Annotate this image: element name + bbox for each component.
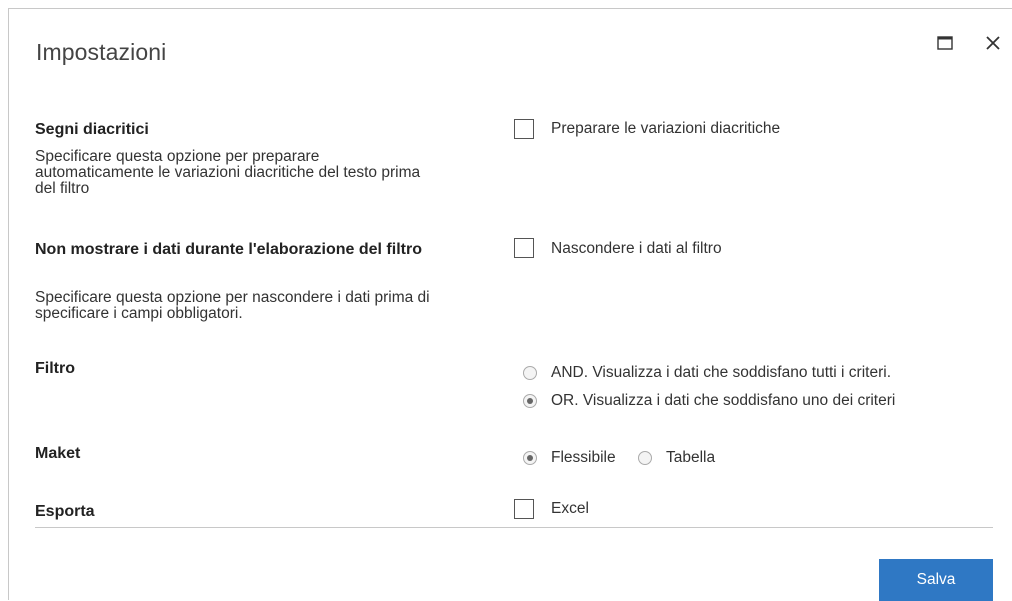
hide-data-title: Non mostrare i dati durante l'elaborazio… [35, 241, 422, 258]
layout-table-label[interactable]: Tabella [666, 449, 715, 467]
export-excel-label[interactable]: Excel [551, 500, 589, 518]
diacritics-description: Specificare questa opzione per preparare… [35, 148, 421, 197]
dialog-title: Impostazioni [36, 39, 167, 65]
settings-dialog: Impostazioni Segni diacritici Specificar… [8, 8, 1012, 601]
hide-data-checkbox[interactable] [514, 238, 534, 258]
hide-data-option-label[interactable]: Nascondere i dati al filtro [551, 240, 722, 258]
filter-and-radio[interactable] [523, 366, 537, 380]
export-title: Esporta [35, 503, 95, 520]
maximize-button[interactable] [933, 31, 957, 55]
close-icon [986, 36, 1000, 50]
close-button[interactable] [981, 31, 1005, 55]
diacritics-title: Segni diacritici [35, 121, 149, 138]
footer-divider [35, 527, 993, 528]
diacritics-checkbox[interactable] [514, 119, 534, 139]
layout-table-radio[interactable] [638, 451, 652, 465]
maximize-icon [937, 36, 953, 50]
diacritics-option-label[interactable]: Preparare le variazioni diacritiche [551, 120, 780, 138]
filter-and-label[interactable]: AND. Visualizza i dati che soddisfano tu… [551, 364, 891, 382]
filter-title: Filtro [35, 360, 75, 377]
hide-data-description: Specificare questa opzione per nasconder… [35, 289, 430, 322]
filter-or-label[interactable]: OR. Visualizza i dati che soddisfano uno… [551, 392, 895, 410]
filter-or-radio[interactable] [523, 394, 537, 408]
layout-flexible-radio[interactable] [523, 451, 537, 465]
export-excel-checkbox[interactable] [514, 499, 534, 519]
save-button[interactable]: Salva [879, 559, 993, 601]
layout-flexible-label[interactable]: Flessibile [551, 449, 616, 467]
layout-title: Maket [35, 445, 81, 462]
